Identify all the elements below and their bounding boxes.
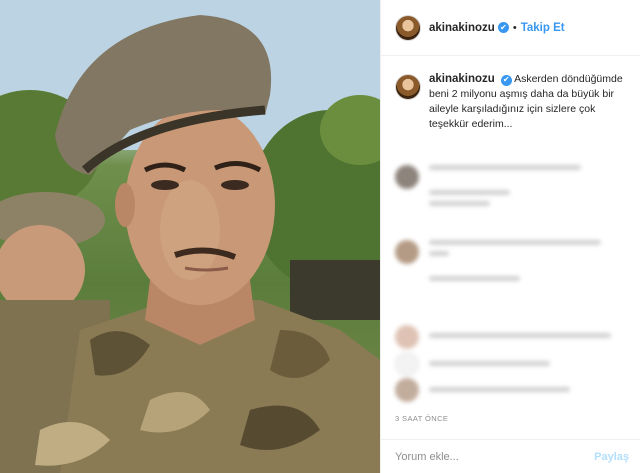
- blurred-avatar: [395, 165, 419, 189]
- blurred-avatar: [395, 352, 419, 376]
- caption-author-username[interactable]: akinakinozu: [429, 73, 495, 85]
- blurred-comment: [395, 165, 631, 212]
- post-header: akinakinozu ✔ • Takip Et: [381, 0, 640, 56]
- blurred-comment: [395, 352, 631, 376]
- blurred-comment-text: [429, 378, 631, 398]
- blurred-comment: [395, 240, 631, 287]
- blurred-comment-text: [429, 325, 631, 344]
- blurred-comment: [395, 378, 631, 402]
- blurred-comment: [395, 325, 631, 349]
- caption-text-block: akinakinozu ✔ Askerden döndüğümde beni 2…: [429, 72, 631, 132]
- blurred-comment-text: [429, 240, 631, 287]
- soldier-photo-illustration: [0, 0, 380, 473]
- post-caption: akinakinozu ✔ Askerden döndüğümde beni 2…: [395, 72, 631, 132]
- post-side-panel: akinakinozu ✔ • Takip Et akinakinozu ✔ A…: [380, 0, 640, 473]
- instagram-post: akinakinozu ✔ • Takip Et akinakinozu ✔ A…: [0, 0, 640, 473]
- verified-badge-icon: ✔: [497, 22, 509, 33]
- blurred-comment-text: [429, 352, 631, 372]
- blurred-avatar: [395, 240, 419, 264]
- post-timestamp: 3 SAAT ÖNCE: [395, 414, 449, 423]
- comment-input[interactable]: [395, 450, 595, 463]
- share-button[interactable]: Paylaş: [594, 451, 629, 463]
- header-separator: •: [512, 21, 517, 34]
- blurred-comment-text: [429, 165, 631, 212]
- verified-badge-icon: ✔: [500, 74, 512, 86]
- blurred-avatar: [395, 378, 419, 402]
- caption-author-avatar[interactable]: [395, 74, 421, 100]
- post-photo[interactable]: [0, 0, 380, 473]
- author-username[interactable]: akinakinozu: [429, 22, 495, 34]
- author-avatar[interactable]: [395, 14, 421, 41]
- blurred-avatar: [395, 325, 419, 349]
- follow-button[interactable]: Takip Et: [521, 22, 565, 34]
- comment-form: Paylaş: [381, 440, 640, 473]
